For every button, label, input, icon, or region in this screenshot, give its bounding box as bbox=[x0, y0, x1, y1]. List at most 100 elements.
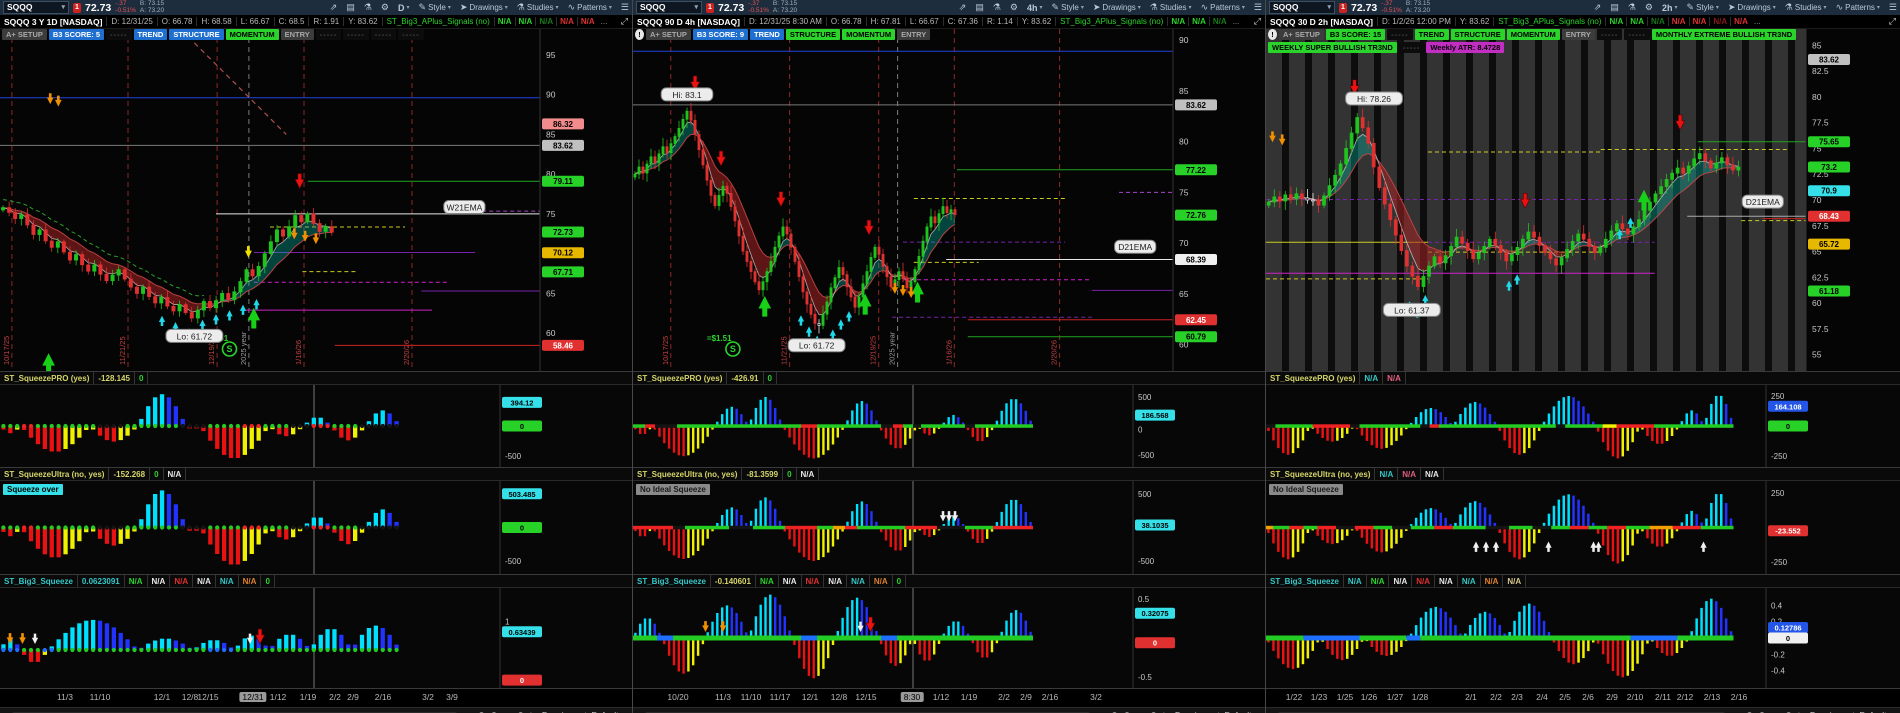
candle-body bbox=[44, 230, 47, 241]
timeframe-button[interactable]: 2h▾ bbox=[1662, 3, 1678, 13]
trendline[interactable] bbox=[194, 43, 286, 134]
main-chart[interactable]: 10/17/2511/21/2512/19/252025 year1/16/26… bbox=[0, 29, 632, 371]
indicator-pane-2[interactable]: No Ideal Squeeze250-23.552-250 bbox=[1266, 481, 1900, 574]
chevron-down-icon[interactable]: ▾ bbox=[1891, 710, 1896, 713]
tests-icon[interactable]: ⚗ bbox=[364, 2, 372, 13]
news-icon[interactable]: ▤ bbox=[975, 2, 984, 13]
histogram-bar bbox=[105, 426, 109, 440]
indicator-svg[interactable]: 250-23.552-250 bbox=[1266, 481, 1899, 574]
timeframe-button[interactable]: D▾ bbox=[398, 3, 410, 13]
symbol-input[interactable]: SQQQ▾ bbox=[1269, 1, 1335, 14]
expand-icon[interactable]: ⤢ bbox=[1885, 16, 1900, 27]
news-icon[interactable]: ▤ bbox=[1610, 2, 1619, 13]
tests-icon[interactable]: ⚗ bbox=[1628, 2, 1636, 13]
indicator-svg[interactable]: 0.40.20.127860-0.2-0.4 bbox=[1266, 588, 1899, 688]
zoom-in-icon[interactable]: ⊕ bbox=[1123, 710, 1131, 713]
indicator-svg[interactable]: 50038.1035-500 bbox=[633, 481, 1266, 574]
menu-patterns[interactable]: ∿Patterns▾ bbox=[568, 2, 612, 13]
crosshair-icon[interactable]: ⊕ bbox=[517, 710, 525, 713]
price-chart-svg[interactable]: 10/17/2511/21/2512/19/252025 year1/16/26… bbox=[0, 29, 633, 371]
indicator-svg[interactable]: 0.50.320750-0.5 bbox=[633, 588, 1266, 688]
symbol-input[interactable]: SQQQ▾ bbox=[3, 1, 69, 14]
menu-studies[interactable]: ⚗Studies▾ bbox=[1785, 2, 1827, 13]
indicator-svg[interactable]: 250164.1080-250 bbox=[1266, 385, 1899, 467]
menu-patterns[interactable]: ∿Patterns▾ bbox=[1836, 2, 1880, 13]
symbol-dropdown-icon[interactable]: ▾ bbox=[694, 2, 698, 13]
zoom-out-icon[interactable]: ⊖ bbox=[1746, 710, 1754, 713]
main-chart[interactable]: 10/17/2511/21/2512/19/252025 year1/16/26… bbox=[633, 29, 1265, 371]
histogram-bar bbox=[1390, 426, 1393, 445]
menu-studies[interactable]: ⚗Studies▾ bbox=[1150, 2, 1192, 13]
settings-gear-icon[interactable]: ⚙ bbox=[1645, 2, 1653, 13]
menu-patterns[interactable]: ∿Patterns▾ bbox=[1201, 2, 1245, 13]
candle-body bbox=[714, 195, 716, 205]
hamburger-menu-icon[interactable]: ☰ bbox=[1254, 2, 1262, 13]
squeeze-status-badge: No Ideal Squeeze bbox=[636, 484, 710, 495]
zoom-out-icon[interactable]: ⊖ bbox=[1111, 710, 1119, 713]
menu-drawings[interactable]: ➤Drawings▾ bbox=[1093, 2, 1141, 13]
hamburger-menu-icon[interactable]: ☰ bbox=[621, 2, 629, 13]
indicator-pane-1[interactable]: 500186.5680-500 bbox=[633, 385, 1265, 467]
zero-line-dot bbox=[22, 525, 26, 529]
chip-trend: TREND bbox=[1415, 29, 1449, 40]
chevron-down-icon[interactable]: ▾ bbox=[623, 710, 628, 713]
zero-line-dot bbox=[119, 648, 123, 652]
indicator-pane-2[interactable]: No Ideal Squeeze50038.1035-500 bbox=[633, 481, 1265, 574]
menu-style[interactable]: ✎Style▾ bbox=[1052, 2, 1084, 13]
share-icon[interactable]: ⇗ bbox=[959, 2, 967, 13]
hamburger-menu-icon[interactable]: ☰ bbox=[1889, 2, 1897, 13]
indicator-pane-3[interactable]: 0.40.20.127860-0.2-0.4 bbox=[1266, 588, 1900, 688]
cursor-icon[interactable]: ➤ bbox=[529, 710, 537, 713]
price-chart-svg[interactable]: Hi: 78.26Lo: 61.37D21EMA8582.58077.57572… bbox=[1266, 29, 1899, 371]
candle-body bbox=[842, 268, 844, 275]
symbol-dropdown-icon[interactable]: ▾ bbox=[1327, 2, 1331, 13]
zero-line-dot bbox=[29, 648, 33, 652]
news-icon[interactable]: ▤ bbox=[346, 2, 355, 13]
menu-style[interactable]: ✎Style▾ bbox=[1687, 2, 1719, 13]
timeframe-button[interactable]: 4h▾ bbox=[1027, 3, 1043, 13]
histogram-bar bbox=[1631, 528, 1634, 546]
indicator-pane-1[interactable]: 394.120-500 bbox=[0, 385, 632, 467]
share-icon[interactable]: ⇗ bbox=[330, 2, 338, 13]
zoom-in-icon[interactable]: ⊕ bbox=[490, 710, 498, 713]
candle-body bbox=[902, 272, 904, 279]
indicator-pane-2[interactable]: Squeeze over503.4850-500 bbox=[0, 481, 632, 574]
symbol-input[interactable]: SQQQ▾ bbox=[636, 1, 702, 14]
indicator-value: N/A bbox=[802, 575, 825, 587]
expand-icon[interactable]: ⤢ bbox=[1250, 16, 1265, 27]
zoom-in-icon[interactable]: ⊕ bbox=[1758, 710, 1766, 713]
share-icon[interactable]: ⇗ bbox=[1594, 2, 1602, 13]
cursor-icon[interactable]: ➤ bbox=[1162, 710, 1170, 713]
price-chart-svg[interactable]: 10/17/2511/21/2512/19/252025 year1/16/26… bbox=[633, 29, 1266, 371]
indicator-pane-3[interactable]: 0.50.320750-0.5 bbox=[633, 588, 1265, 688]
expand-icon[interactable]: ⤢ bbox=[617, 16, 632, 27]
indicator-svg[interactable]: 394.120-500 bbox=[0, 385, 633, 467]
histogram-bar bbox=[1617, 528, 1620, 564]
indicator-value: N/A bbox=[125, 575, 148, 587]
crosshair-icon[interactable]: ⊕ bbox=[1150, 710, 1158, 713]
indicator-pane-3[interactable]: 10.634390 bbox=[0, 588, 632, 688]
chevron-down-icon[interactable]: ▾ bbox=[1256, 710, 1261, 713]
main-chart[interactable]: Hi: 78.26Lo: 61.37D21EMA8582.58077.57572… bbox=[1266, 29, 1900, 371]
crosshair-icon[interactable]: ⊕ bbox=[1785, 710, 1793, 713]
indicator-svg[interactable]: 503.4850-500 bbox=[0, 481, 633, 574]
tests-icon[interactable]: ⚗ bbox=[993, 2, 1001, 13]
indicator-value: ST_SqueezePRO (yes) bbox=[1266, 372, 1360, 384]
menu-studies[interactable]: ⚗Studies▾ bbox=[517, 2, 559, 13]
cursor-icon[interactable]: ➤ bbox=[1797, 710, 1805, 713]
settings-gear-icon[interactable]: ⚙ bbox=[1010, 2, 1018, 13]
histogram-bar bbox=[1430, 408, 1433, 426]
zoom-out-icon[interactable]: ⊖ bbox=[478, 710, 486, 713]
arrow-marker bbox=[213, 314, 219, 324]
menu-drawings[interactable]: ➤Drawings▾ bbox=[460, 2, 508, 13]
menu-style[interactable]: ✎Style▾ bbox=[419, 2, 451, 13]
zero-line-segment bbox=[1420, 424, 1429, 428]
indicator-svg[interactable]: 500186.5680-500 bbox=[633, 385, 1266, 467]
symbol-dropdown-icon[interactable]: ▾ bbox=[61, 2, 65, 13]
menu-drawings[interactable]: ➤Drawings▾ bbox=[1728, 2, 1776, 13]
indicator-value: ST_Big3_Squeeze bbox=[633, 575, 711, 587]
indicator-pane-1[interactable]: 250164.1080-250 bbox=[1266, 385, 1900, 467]
indicator-svg[interactable]: 10.634390 bbox=[0, 588, 633, 688]
price-axis-badge-value: 83.62 bbox=[1819, 56, 1840, 65]
settings-gear-icon[interactable]: ⚙ bbox=[381, 2, 389, 13]
